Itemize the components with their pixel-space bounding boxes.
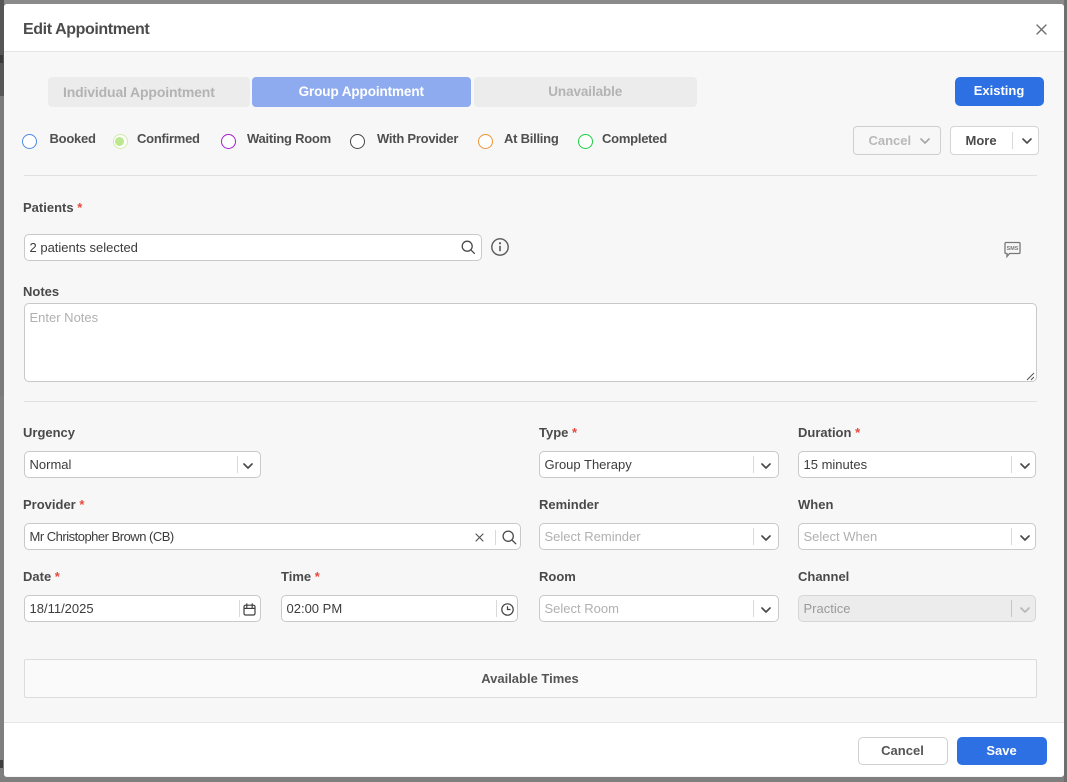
svg-text:SMS: SMS <box>1007 246 1019 252</box>
